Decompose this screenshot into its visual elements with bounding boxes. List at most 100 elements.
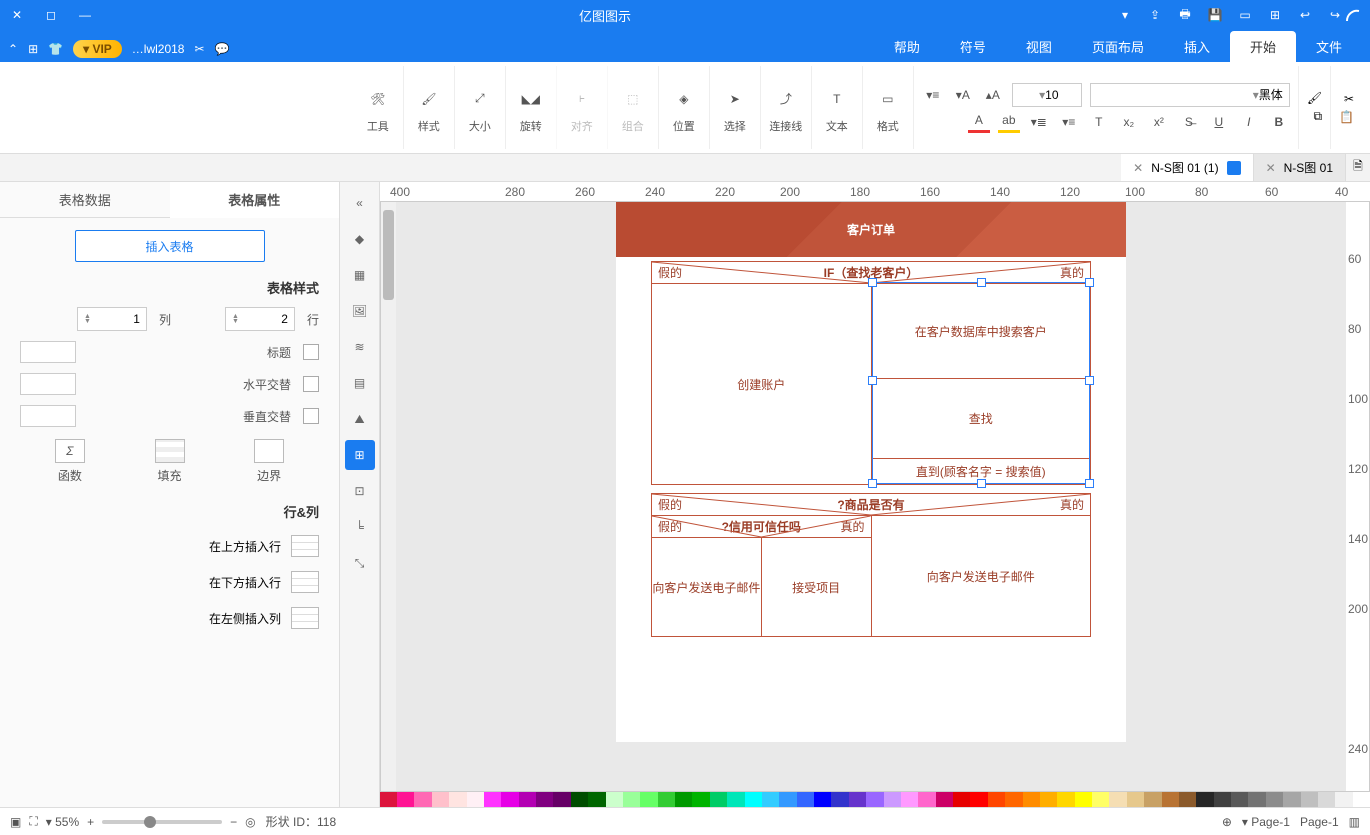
format-painter-icon[interactable]: 🖌	[1307, 91, 1322, 105]
size-select[interactable]: 10 ▾	[1012, 83, 1082, 107]
palette-swatch[interactable]	[588, 792, 605, 807]
image-tool-icon[interactable]: 🖼	[345, 296, 375, 326]
palette-swatch[interactable]	[779, 792, 796, 807]
close-icon[interactable]: ✕	[8, 6, 26, 24]
palette-swatch[interactable]	[484, 792, 501, 807]
palette-swatch[interactable]	[1005, 792, 1022, 807]
func-option[interactable]: Σ函数	[55, 439, 85, 484]
bold-icon[interactable]: B	[1268, 111, 1290, 133]
palette-swatch[interactable]	[467, 792, 484, 807]
ribbon-format[interactable]: ▭格式	[862, 66, 913, 149]
doc-home-icon[interactable]: 🗎	[1346, 157, 1370, 178]
zoom-value[interactable]: 55% ▾	[46, 815, 79, 829]
handle-bc[interactable]	[977, 479, 986, 488]
palette-swatch[interactable]	[414, 792, 431, 807]
strike-icon[interactable]: S̶	[1178, 111, 1200, 133]
fullscreen-icon[interactable]: ⛶	[29, 814, 37, 829]
handle-br[interactable]	[868, 479, 877, 488]
handle-tr[interactable]	[868, 278, 877, 287]
palette-swatch[interactable]	[970, 792, 987, 807]
ns-diagram[interactable]: 客户订单 真的 IF（查找老客户） 假的 在客户数据库中	[616, 202, 1126, 742]
case-icon[interactable]: T	[1088, 111, 1110, 133]
connector-tool-icon[interactable]: ╘	[345, 512, 375, 542]
palette-swatch[interactable]	[536, 792, 553, 807]
if-block-1[interactable]: 真的 IF（查找老客户） 假的 在客户数据库中搜索客户 查找 直到(顾客名字 =…	[651, 261, 1091, 485]
palette-swatch[interactable]	[1092, 792, 1109, 807]
table-tool-icon[interactable]: ⊞	[345, 440, 375, 470]
spacing-icon[interactable]: ≡▾	[1058, 111, 1080, 133]
ribbon-size[interactable]: ⤢大小	[454, 66, 505, 149]
palette-swatch[interactable]	[1231, 792, 1248, 807]
layers-tool-icon[interactable]: ≋	[345, 332, 375, 362]
zoom-slider[interactable]	[102, 820, 222, 824]
handle-mr[interactable]	[868, 376, 877, 385]
font-select[interactable]: 黑体▾	[1090, 83, 1290, 107]
palette-swatch[interactable]	[675, 792, 692, 807]
menu-tab-insert[interactable]: 插入	[1164, 31, 1230, 62]
palette-swatch[interactable]	[901, 792, 918, 807]
palette-swatch[interactable]	[1318, 792, 1335, 807]
palette-swatch[interactable]	[1248, 792, 1265, 807]
palette-swatch[interactable]	[553, 792, 570, 807]
palette-swatch[interactable]	[1335, 792, 1352, 807]
palette-swatch[interactable]	[745, 792, 762, 807]
valt-color[interactable]	[20, 405, 76, 427]
halt-color[interactable]	[20, 373, 76, 395]
sp-tab-data[interactable]: 表格数据	[0, 182, 170, 217]
valt-checkbox[interactable]	[303, 408, 319, 424]
menu-tab-help[interactable]: 帮助	[874, 31, 940, 62]
insert-col-left[interactable]: 在左侧插入列	[20, 607, 319, 629]
collapse-toggle-icon[interactable]: »	[345, 188, 375, 218]
palette-swatch[interactable]	[884, 792, 901, 807]
palette-swatch[interactable]	[1144, 792, 1161, 807]
cell-email2[interactable]: 向客户发送电子邮件	[652, 538, 761, 636]
palette-swatch[interactable]	[519, 792, 536, 807]
palette-swatch[interactable]	[1301, 792, 1318, 807]
header-color[interactable]	[20, 341, 76, 363]
vip-badge[interactable]: VIP ▾	[73, 40, 122, 58]
undo-icon[interactable]: ↩	[1296, 6, 1314, 24]
palette-swatch[interactable]	[606, 792, 623, 807]
canvas[interactable]: 客户订单 真的 IF（查找老客户） 假的 在客户数据库中	[396, 202, 1346, 791]
open-icon[interactable]: ▭	[1236, 6, 1254, 24]
expand-icon[interactable]: ⌃	[8, 42, 18, 56]
page-tool-icon[interactable]: ▤	[345, 368, 375, 398]
palette-swatch[interactable]	[918, 792, 935, 807]
chat-icon[interactable]: 💬	[215, 42, 230, 56]
ribbon-tools[interactable]: 🛠工具	[353, 66, 403, 149]
paste-icon[interactable]: 📋	[1339, 110, 1354, 124]
halt-checkbox[interactable]	[303, 376, 319, 392]
palette-swatch[interactable]	[797, 792, 814, 807]
ribbon-align[interactable]: ⫞对齐	[556, 66, 607, 149]
shapes-tool-icon[interactable]: ▦	[345, 260, 375, 290]
palette-swatch[interactable]	[397, 792, 414, 807]
cols-input[interactable]: 1▲▼	[77, 307, 147, 331]
palette-swatch[interactable]	[380, 792, 397, 807]
menu-tab-symbol[interactable]: 符号	[940, 31, 1006, 62]
palette-swatch[interactable]	[710, 792, 727, 807]
fill-tool-icon[interactable]: ◆	[345, 224, 375, 254]
grid-icon[interactable]: ⊞	[28, 42, 38, 56]
palette-swatch[interactable]	[936, 792, 953, 807]
palette-swatch[interactable]	[849, 792, 866, 807]
export-icon[interactable]: ⇪	[1146, 6, 1164, 24]
print-icon[interactable]: 🖶	[1176, 6, 1194, 24]
palette-swatch[interactable]	[640, 792, 657, 807]
palette-swatch[interactable]	[1162, 792, 1179, 807]
subscript-icon[interactable]: x₂	[1118, 111, 1140, 133]
doc-tab-2[interactable]: N-S图 01 (1) ✕	[1121, 154, 1253, 181]
zoom-out-icon[interactable]: −	[230, 815, 237, 829]
add-page-icon[interactable]: ⊕	[1222, 815, 1232, 829]
palette-swatch[interactable]	[1023, 792, 1040, 807]
palette-swatch[interactable]	[831, 792, 848, 807]
italic-icon[interactable]: I	[1238, 111, 1260, 133]
handle-tc[interactable]	[977, 278, 986, 287]
border-option[interactable]: 边界	[254, 439, 284, 484]
ribbon-select[interactable]: ➤选择	[709, 66, 760, 149]
palette-swatch[interactable]	[623, 792, 640, 807]
ribbon-style[interactable]: 🖌样式	[403, 66, 454, 149]
palette-swatch[interactable]	[1214, 792, 1231, 807]
font-color-icon[interactable]: A	[968, 111, 990, 133]
present-icon[interactable]: ▣	[10, 815, 21, 829]
palette-swatch[interactable]	[1109, 792, 1126, 807]
